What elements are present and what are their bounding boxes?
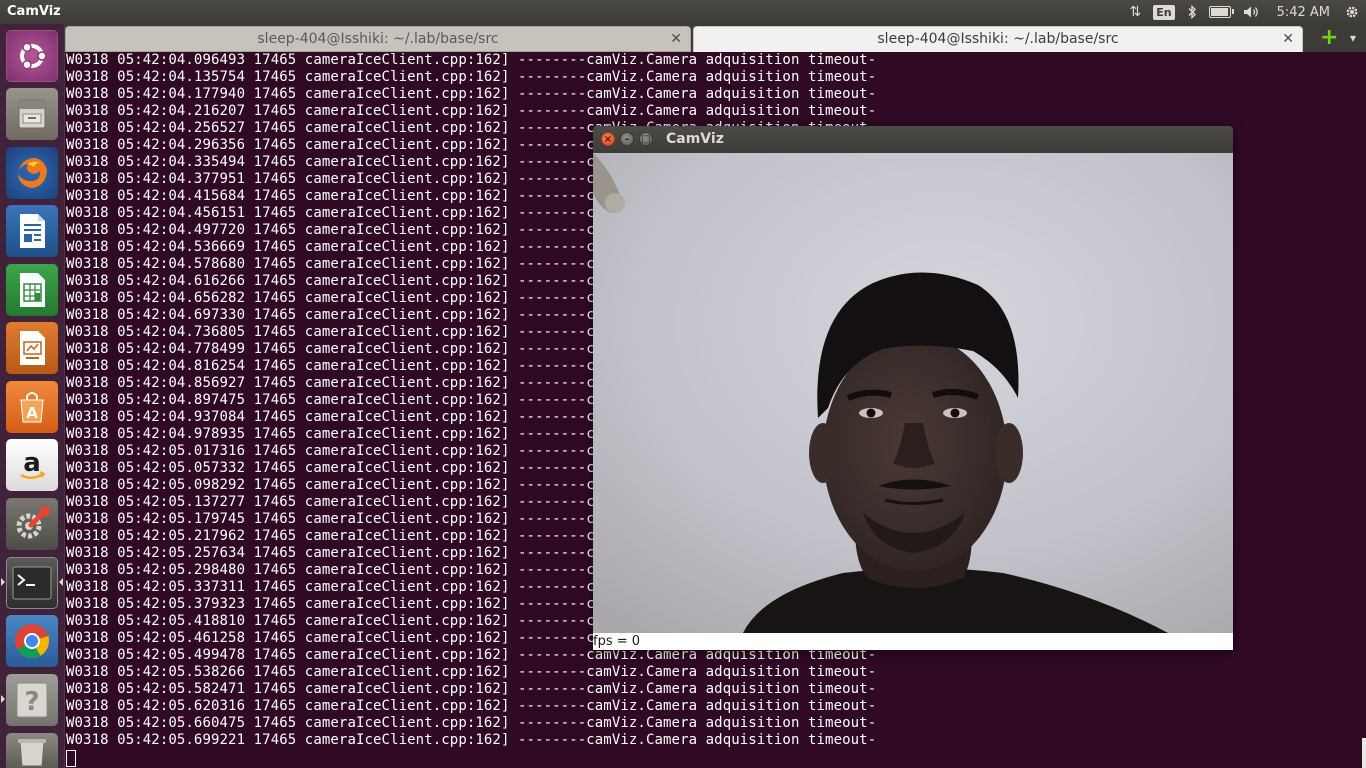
indicator-area: ⇅ En 5:42 AM (1123, 0, 1366, 24)
svg-text:?: ? (24, 687, 39, 717)
log-line: W0318 05:42:05.620316 17465 cameraIceCli… (66, 698, 877, 714)
minimize-icon[interactable]: – (620, 132, 634, 146)
tab-terminal-2[interactable]: sleep-404@Isshiki: ~/.lab/base/src ✕ (693, 26, 1303, 52)
launcher-item-writer[interactable] (6, 205, 58, 257)
tab-label: sleep-404@Isshiki: ~/.lab/base/src (257, 31, 499, 47)
svg-text:A: A (26, 404, 38, 422)
volume-icon[interactable] (1243, 0, 1261, 24)
launcher-item-impress[interactable] (6, 322, 58, 374)
launcher-item-help[interactable]: ? (6, 674, 58, 726)
file-cabinet-icon (18, 99, 46, 129)
tab-menu-chevron-icon[interactable]: ▾ (1350, 26, 1356, 50)
close-icon[interactable]: ✕ (1282, 27, 1294, 51)
log-line: W0318 05:42:05.660475 17465 cameraIceCli… (66, 715, 877, 731)
active-app-title: CamViz (7, 4, 61, 19)
settings-wrench-icon (16, 505, 51, 539)
close-icon[interactable]: × (601, 132, 615, 146)
launcher-item-chrome[interactable] (6, 615, 58, 667)
launcher-item-amazon[interactable]: a (6, 439, 58, 491)
writer-document-icon (20, 214, 45, 248)
amazon-icon: a (20, 448, 46, 479)
launcher: A a ? (0, 24, 65, 768)
log-line: W0318 05:42:05.538266 17465 cameraIceCli… (66, 664, 877, 680)
svg-text:a: a (23, 448, 41, 478)
launcher-item-calc[interactable] (6, 264, 58, 316)
help-question-icon: ? (16, 682, 48, 718)
bluetooth-icon[interactable] (1187, 0, 1197, 24)
impress-presentation-icon (20, 331, 45, 365)
active-indicator (59, 578, 63, 586)
log-line: W0318 05:42:04.177940 17465 cameraIceCli… (66, 86, 877, 102)
trash-icon (18, 738, 46, 766)
running-indicator (1, 695, 5, 703)
camera-frame (593, 153, 1233, 633)
maximize-icon[interactable]: □ (639, 132, 653, 146)
scrollbar[interactable] (1362, 738, 1366, 768)
calc-spreadsheet-icon (20, 273, 45, 307)
tab-terminal-1[interactable]: sleep-404@Isshiki: ~/.lab/base/src ✕ (65, 26, 691, 52)
launcher-item-firefox[interactable] (6, 147, 58, 199)
log-line: W0318 05:42:04.216207 17465 cameraIceCli… (66, 103, 877, 119)
launcher-item-terminal[interactable] (6, 557, 58, 609)
battery-icon[interactable] (1208, 0, 1234, 24)
keyboard-layout-label: En (1153, 4, 1175, 20)
network-updown-icon[interactable]: ⇅ (1129, 0, 1141, 24)
launcher-item-files[interactable] (6, 88, 58, 140)
top-panel: CamViz ⇅ En 5:42 AM (0, 0, 1366, 24)
chrome-icon (15, 624, 50, 658)
shopping-bag-icon: A (20, 392, 44, 423)
window-title: CamViz (666, 131, 724, 147)
keyboard-layout-indicator[interactable]: En (1153, 0, 1175, 24)
launcher-item-trash[interactable] (6, 733, 58, 768)
fps-status: fps = 0 (593, 633, 1233, 650)
camviz-window: × – □ CamViz fps = 0 (593, 126, 1233, 650)
webcam-image (593, 153, 1233, 633)
launcher-item-dash[interactable] (6, 30, 58, 82)
launcher-item-settings[interactable] (6, 498, 58, 550)
log-line: W0318 05:42:04.096493 17465 cameraIceCli… (66, 52, 877, 68)
new-tab-plus-icon[interactable]: + (1320, 26, 1338, 50)
running-indicator (1, 578, 5, 586)
session-gear-icon[interactable] (1344, 0, 1360, 24)
clock[interactable]: 5:42 AM (1277, 0, 1330, 24)
terminal-icon (12, 566, 52, 600)
terminal-tab-bar: sleep-404@Isshiki: ~/.lab/base/src ✕ sle… (65, 24, 1366, 52)
log-line: W0318 05:42:05.582471 17465 cameraIceCli… (66, 681, 877, 697)
close-icon[interactable]: ✕ (670, 27, 682, 51)
window-titlebar[interactable]: × – □ CamViz (593, 126, 1233, 153)
tab-label: sleep-404@Isshiki: ~/.lab/base/src (877, 31, 1119, 47)
launcher-item-software[interactable]: A (6, 381, 58, 433)
log-line: W0318 05:42:05.699221 17465 cameraIceCli… (66, 732, 877, 748)
firefox-icon (17, 158, 47, 188)
ubuntu-logo-icon (20, 42, 47, 70)
log-line: W0318 05:42:04.135754 17465 cameraIceCli… (66, 69, 877, 85)
text-cursor (66, 750, 76, 767)
